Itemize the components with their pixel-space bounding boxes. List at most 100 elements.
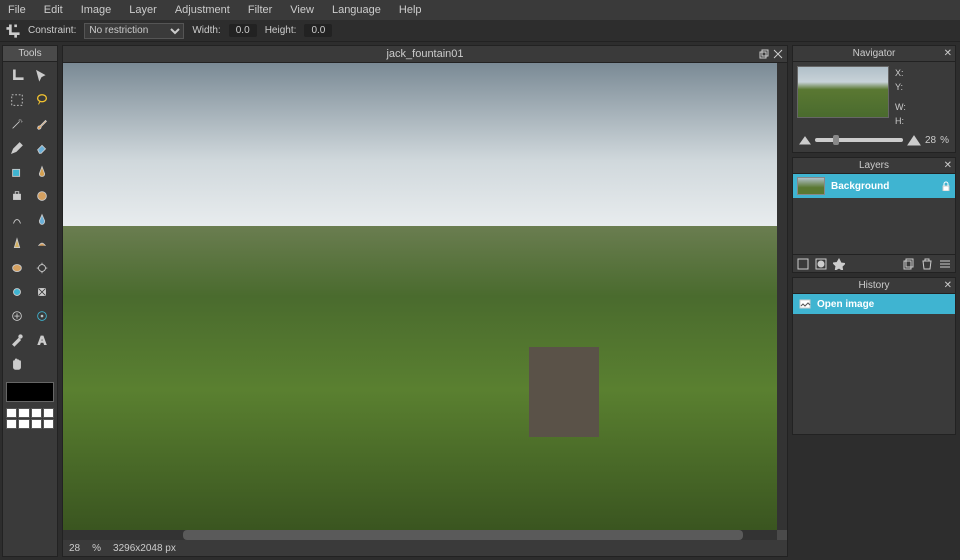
spot-heal-tool[interactable]: [31, 281, 53, 303]
navigator-coords: X: Y: W: H:: [895, 66, 906, 128]
history-item[interactable]: Open image: [793, 294, 955, 314]
zoom-value: 28: [69, 543, 80, 554]
svg-text:A: A: [38, 333, 47, 347]
colorpicker-tool[interactable]: [6, 329, 28, 351]
menu-view[interactable]: View: [290, 4, 314, 16]
dodge-tool[interactable]: [31, 257, 53, 279]
canvas-header: jack_fountain01: [62, 45, 788, 63]
popout-icon[interactable]: [759, 49, 769, 59]
history-panel: History ✕ Open image: [792, 277, 956, 435]
wand-tool[interactable]: [6, 113, 28, 135]
redeye-tool[interactable]: [6, 281, 28, 303]
swatch[interactable]: [18, 419, 29, 429]
menu-language[interactable]: Language: [332, 4, 381, 16]
layer-style-icon[interactable]: [833, 258, 845, 270]
swatch[interactable]: [31, 408, 42, 418]
horizontal-scrollbar[interactable]: [63, 530, 777, 540]
zoom-out-icon[interactable]: [799, 135, 811, 145]
bucket-tool[interactable]: [6, 161, 28, 183]
clone-tool[interactable]: [6, 185, 28, 207]
menubar: File Edit Image Layer Adjustment Filter …: [0, 0, 960, 20]
swatch[interactable]: [43, 419, 54, 429]
swatch[interactable]: [31, 419, 42, 429]
navigator-panel: Navigator ✕ X: Y: W: H: 28 %: [792, 45, 956, 153]
status-bar: 28 % 3296x2048 px: [63, 540, 787, 556]
canvas-viewport[interactable]: 28 % 3296x2048 px: [62, 63, 788, 557]
eraser-tool[interactable]: [31, 137, 53, 159]
height-value[interactable]: 0.0: [304, 24, 332, 37]
color-swatches: [3, 406, 57, 431]
swatch[interactable]: [6, 419, 17, 429]
history-item-label: Open image: [817, 299, 874, 310]
lasso-tool[interactable]: [31, 89, 53, 111]
zoom-tool[interactable]: [31, 353, 53, 375]
layer-thumbnail: [797, 177, 825, 195]
layers-title: Layers: [859, 160, 889, 171]
width-label: Width:: [192, 25, 220, 36]
close-icon[interactable]: ✕: [944, 48, 952, 59]
navigator-thumbnail[interactable]: [797, 66, 889, 118]
menu-icon[interactable]: [939, 258, 951, 270]
sponge-tool[interactable]: [6, 257, 28, 279]
bloat-tool[interactable]: [6, 305, 28, 327]
blur-tool[interactable]: [31, 209, 53, 231]
layers-toolbar: [793, 254, 955, 272]
zoom-slider[interactable]: [815, 138, 903, 142]
open-image-icon: [799, 298, 811, 310]
crop-icon: [6, 24, 20, 38]
canvas-image[interactable]: [63, 63, 777, 530]
type-tool[interactable]: A: [31, 329, 53, 351]
menu-layer[interactable]: Layer: [129, 4, 157, 16]
menu-help[interactable]: Help: [399, 4, 422, 16]
tools-header: Tools: [3, 46, 57, 62]
image-dimensions: 3296x2048 px: [113, 543, 176, 554]
hand-tool[interactable]: [6, 353, 28, 375]
close-icon[interactable]: ✕: [944, 160, 952, 171]
new-layer-icon[interactable]: [797, 258, 809, 270]
canvas-area: jack_fountain01 28 % 3296x2048 px: [62, 45, 788, 557]
color-replace-tool[interactable]: [31, 185, 53, 207]
brush-tool[interactable]: [31, 113, 53, 135]
constraint-label: Constraint:: [28, 25, 76, 36]
navigator-title: Navigator: [853, 48, 896, 59]
move-tool[interactable]: [31, 65, 53, 87]
options-bar: Constraint: No restriction Width: 0.0 He…: [0, 20, 960, 42]
zoom-in-icon[interactable]: [907, 134, 921, 146]
menu-image[interactable]: Image: [81, 4, 112, 16]
tools-panel: Tools A: [2, 45, 58, 557]
nav-zoom-value: 28: [925, 135, 936, 146]
swatch[interactable]: [18, 408, 29, 418]
menu-file[interactable]: File: [8, 4, 26, 16]
height-label: Height:: [265, 25, 297, 36]
smudge-tool[interactable]: [31, 233, 53, 255]
width-value[interactable]: 0.0: [229, 24, 257, 37]
menu-adjustment[interactable]: Adjustment: [175, 4, 230, 16]
sharpen-tool[interactable]: [6, 233, 28, 255]
foreground-color[interactable]: [6, 382, 54, 402]
pencil-tool[interactable]: [6, 137, 28, 159]
duplicate-layer-icon[interactable]: [903, 258, 915, 270]
swatch[interactable]: [6, 408, 17, 418]
pinch-tool[interactable]: [31, 305, 53, 327]
close-icon[interactable]: ✕: [944, 280, 952, 291]
crop-tool[interactable]: [6, 65, 28, 87]
drawing-tool[interactable]: [6, 209, 28, 231]
swatch[interactable]: [43, 408, 54, 418]
menu-edit[interactable]: Edit: [44, 4, 63, 16]
menu-filter[interactable]: Filter: [248, 4, 272, 16]
gradient-tool[interactable]: [31, 161, 53, 183]
marquee-tool[interactable]: [6, 89, 28, 111]
layer-name: Background: [831, 181, 889, 192]
layer-row[interactable]: Background: [793, 174, 955, 198]
trash-icon[interactable]: [921, 258, 933, 270]
layer-mask-icon[interactable]: [815, 258, 827, 270]
lock-icon[interactable]: [941, 181, 951, 191]
zoom-unit: %: [92, 543, 101, 554]
vertical-scrollbar[interactable]: [777, 63, 787, 530]
nav-zoom-unit: %: [940, 135, 949, 146]
layers-panel: Layers ✕ Background: [792, 157, 956, 273]
constraint-select[interactable]: No restriction: [84, 23, 184, 39]
history-title: History: [858, 280, 889, 291]
close-icon[interactable]: [773, 49, 783, 59]
document-title: jack_fountain01: [386, 48, 463, 60]
